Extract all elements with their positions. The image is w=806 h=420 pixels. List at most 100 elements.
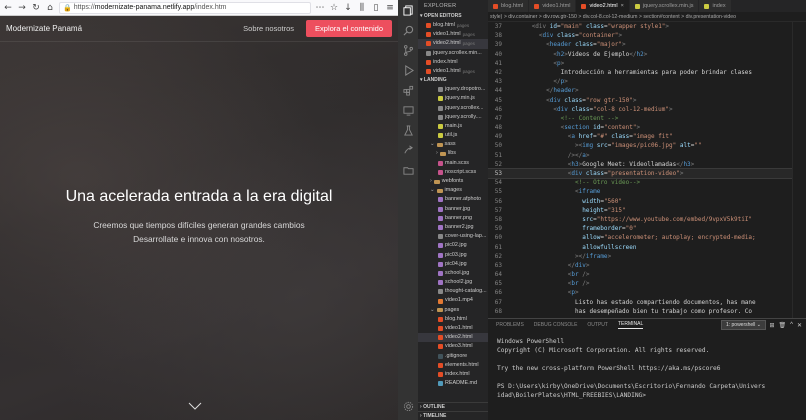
- code-line[interactable]: 60 allow="accelerometer; autoplay; encry…: [488, 233, 806, 242]
- minimap[interactable]: [792, 22, 806, 318]
- file-item[interactable]: video1.html: [418, 324, 488, 333]
- code-line[interactable]: 64 <br />: [488, 270, 806, 279]
- open-editor-item[interactable]: jquery.scrollex.min...: [418, 49, 488, 58]
- terminal-output[interactable]: Windows PowerShell Copyright (C) Microso…: [488, 331, 806, 406]
- code-line[interactable]: 68 has desempeñado bien tu trabajo como …: [488, 307, 806, 316]
- file-item[interactable]: noscript.scss: [418, 168, 488, 177]
- editor-tab[interactable]: blog.html: [488, 0, 530, 12]
- search-icon[interactable]: [398, 20, 418, 40]
- close-icon[interactable]: ×: [621, 0, 624, 12]
- folder-item[interactable]: ⌄ sass: [418, 140, 488, 149]
- forward-icon[interactable]: →: [17, 3, 27, 13]
- code-line[interactable]: 42 Introducción a herramientas para pode…: [488, 68, 806, 77]
- file-item[interactable]: jquery.dropotro...: [418, 85, 488, 94]
- code-line[interactable]: 37 <div id="main" class="wrapper style1"…: [488, 22, 806, 31]
- code-line[interactable]: 59 frameborder="0": [488, 224, 806, 233]
- address-bar[interactable]: 🔒 https:// modernizate-panama.netlify.ap…: [59, 1, 311, 14]
- code-line[interactable]: 63 </div>: [488, 261, 806, 270]
- folder-item[interactable]: › libs: [418, 149, 488, 158]
- extensions-icon[interactable]: [398, 80, 418, 100]
- code-line[interactable]: 61 allowfullscreen: [488, 243, 806, 252]
- file-item[interactable]: .gitignore: [418, 352, 488, 361]
- code-line[interactable]: 53 <div class="presentation-video">: [488, 167, 806, 180]
- file-item[interactable]: school.jpg: [418, 269, 488, 278]
- code-line[interactable]: 48 <section id="content">: [488, 123, 806, 132]
- code-line[interactable]: 54 <!-- Otro video-->: [488, 178, 806, 187]
- settings-gear-icon[interactable]: [398, 396, 418, 416]
- file-item[interactable]: thought-catalog...: [418, 287, 488, 296]
- folder-item[interactable]: ⌄ pages: [418, 306, 488, 315]
- open-editor-item[interactable]: blog.html pages: [418, 21, 488, 30]
- file-item[interactable]: index.html: [418, 370, 488, 379]
- file-item[interactable]: jquery.min.js: [418, 94, 488, 103]
- editor-tab[interactable]: jquery.scrollex.min.js: [629, 0, 700, 12]
- scroll-down-icon[interactable]: [188, 402, 202, 410]
- code-line[interactable]: 67 Listo has estado compartiendo documen…: [488, 298, 806, 307]
- file-item[interactable]: main.js: [418, 122, 488, 131]
- maximize-icon[interactable]: ^: [790, 322, 793, 329]
- code-line[interactable]: 43 </p>: [488, 77, 806, 86]
- file-item[interactable]: main.scss: [418, 159, 488, 168]
- live-share-icon[interactable]: [398, 140, 418, 160]
- run-debug-icon[interactable]: [398, 60, 418, 80]
- file-item[interactable]: banner.afphoto: [418, 195, 488, 204]
- file-item[interactable]: banner.jpg: [418, 205, 488, 214]
- code-line[interactable]: 47 <!-- Content -->: [488, 114, 806, 123]
- code-line[interactable]: 55 <iframe: [488, 187, 806, 196]
- reload-icon[interactable]: ↻: [31, 3, 41, 13]
- back-icon[interactable]: ←: [3, 3, 13, 13]
- file-item[interactable]: pic02.jpg: [418, 241, 488, 250]
- code-line[interactable]: 56 width="560": [488, 197, 806, 206]
- file-item[interactable]: elements.html: [418, 361, 488, 370]
- open-editor-item[interactable]: index.html: [418, 58, 488, 67]
- code-line[interactable]: 38 <div class="container">: [488, 31, 806, 40]
- home-icon[interactable]: ⌂: [45, 3, 55, 13]
- file-item[interactable]: video2.html: [418, 333, 488, 343]
- open-editor-item[interactable]: video2.html pages: [418, 39, 488, 49]
- file-item[interactable]: jquery.scrolly....: [418, 113, 488, 122]
- bookmark-icon[interactable]: ☆: [329, 3, 339, 13]
- code-line[interactable]: 49 <a href="#" class="image fit": [488, 132, 806, 141]
- split-terminal-icon[interactable]: ⊞: [769, 322, 774, 329]
- file-item[interactable]: jquery.scrollex...: [418, 104, 488, 113]
- code-line[interactable]: 50 ><img src="images/pic06.jpg" alt="": [488, 141, 806, 150]
- file-item[interactable]: video1.mp4: [418, 296, 488, 305]
- code-line[interactable]: 57 height="315": [488, 206, 806, 215]
- download-icon[interactable]: ↓: [343, 3, 353, 13]
- folder-item[interactable]: › webfonts: [418, 177, 488, 186]
- terminal-select[interactable]: 1: powershell ⌄: [720, 320, 766, 330]
- folder-icon[interactable]: [398, 160, 418, 180]
- file-item[interactable]: blog.html: [418, 315, 488, 324]
- trash-icon[interactable]: 🗑: [779, 322, 787, 329]
- open-editors-header[interactable]: ▾ OPEN EDITORS: [418, 12, 488, 21]
- code-line[interactable]: 39 <header class="major">: [488, 40, 806, 49]
- code-line[interactable]: 66 <p>: [488, 288, 806, 297]
- file-item[interactable]: pic04.jpg: [418, 260, 488, 269]
- code-line[interactable]: 45 <div class="row gtr-150">: [488, 96, 806, 105]
- project-header[interactable]: ▾ LANDING: [418, 76, 488, 85]
- reader-icon[interactable]: ▯: [371, 3, 381, 13]
- file-item[interactable]: README.md: [418, 379, 488, 388]
- panel-tab[interactable]: OUTPUT: [587, 322, 608, 328]
- explore-button[interactable]: Explora el contenido: [306, 20, 392, 37]
- file-item[interactable]: banner2.jpg: [418, 223, 488, 232]
- editor-tab[interactable]: video2.html ×: [576, 0, 630, 12]
- folder-item[interactable]: ⌄ images: [418, 186, 488, 195]
- panel-tab[interactable]: PROBLEMS: [496, 322, 524, 328]
- menu-icon[interactable]: ≡: [385, 3, 395, 13]
- timeline-section[interactable]: › TIMELINE: [418, 411, 488, 420]
- file-item[interactable]: util.js: [418, 131, 488, 140]
- file-item[interactable]: cover-using-lap...: [418, 232, 488, 241]
- source-control-icon[interactable]: [398, 40, 418, 60]
- explorer-icon[interactable]: [398, 0, 418, 20]
- panel-tab[interactable]: TERMINAL: [617, 321, 644, 329]
- code-line[interactable]: 65 <br />: [488, 279, 806, 288]
- panel-tab[interactable]: DEBUG CONSOLE: [534, 322, 578, 328]
- open-editor-item[interactable]: video1.html pages: [418, 67, 488, 76]
- editor-tab[interactable]: index: [699, 0, 732, 12]
- editor-tab[interactable]: video1.html: [529, 0, 577, 12]
- code-line[interactable]: 46 <div class="col-8 col-12-medium">: [488, 105, 806, 114]
- file-item[interactable]: school2.jpg: [418, 278, 488, 287]
- breadcrumb[interactable]: style) > div.container > div.row.gtr-150…: [488, 12, 806, 22]
- code-line[interactable]: 44 </header>: [488, 86, 806, 95]
